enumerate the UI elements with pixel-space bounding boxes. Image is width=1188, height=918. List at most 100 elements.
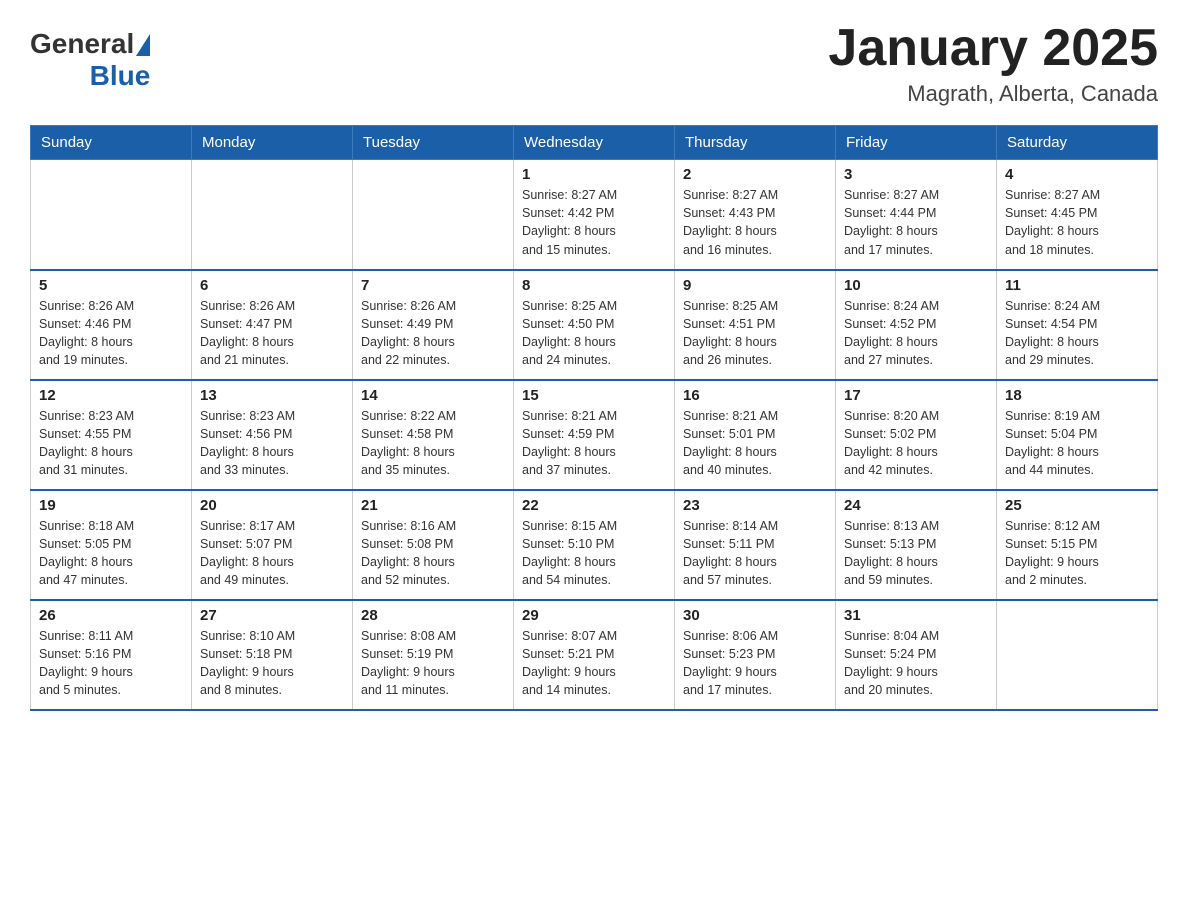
table-row: 21 Sunrise: 8:16 AMSunset: 5:08 PMDayligh… — [353, 490, 514, 600]
table-row: 25Sunrise: 8:12 AMSunset: 5:15 PMDayligh… — [997, 490, 1158, 600]
header-thursday: Thursday — [675, 126, 836, 160]
calendar-header-row: Sunday Monday Tuesday Wednesday Thursday… — [31, 126, 1158, 160]
day-number: 6 — [200, 277, 344, 294]
day-info: Sunrise: 8:27 AMSunset: 4:43 PMDaylight:… — [683, 186, 827, 259]
table-row: 22 Sunrise: 8:15 AMSunset: 5:10 PMDayligh… — [514, 490, 675, 600]
calendar-title: January 2025 — [828, 20, 1158, 77]
day-info: Sunrise: 8:22 AMSunset: 4:58 PMDaylight:… — [361, 407, 505, 480]
day-info: Sunrise: 8:04 AMSunset: 5:24 PMDaylight:… — [844, 627, 988, 700]
day-number: 7 — [361, 277, 505, 294]
page-header: General Blue January 2025 Magrath, Alber… — [30, 20, 1158, 107]
header-wednesday: Wednesday — [514, 126, 675, 160]
day-info: Sunrise: 8:06 AMSunset: 5:23 PMDaylight:… — [683, 627, 827, 700]
calendar-week-row: 5 Sunrise: 8:26 AMSunset: 4:46 PMDaylight… — [31, 270, 1158, 380]
day-info: Sunrise: 8:17 AMSunset: 5:07 PMDaylight:… — [200, 517, 344, 590]
day-number: 30 — [683, 607, 827, 624]
calendar-table: Sunday Monday Tuesday Wednesday Thursday… — [30, 125, 1158, 711]
logo-general-text: General — [30, 28, 134, 60]
header-monday: Monday — [192, 126, 353, 160]
day-info: Sunrise: 8:25 AMSunset: 4:50 PMDaylight:… — [522, 297, 666, 370]
day-number: 1 — [522, 166, 666, 183]
day-info: Sunrise: 8:12 AMSunset: 5:15 PMDaylight:… — [1005, 517, 1149, 590]
table-row: 24 Sunrise: 8:13 AMSunset: 5:13 PMDayligh… — [836, 490, 997, 600]
day-number: 11 — [1005, 277, 1149, 294]
table-row: 7 Sunrise: 8:26 AMSunset: 4:49 PMDaylight… — [353, 270, 514, 380]
table-row: 9 Sunrise: 8:25 AMSunset: 4:51 PMDaylight… — [675, 270, 836, 380]
table-row: 30 Sunrise: 8:06 AMSunset: 5:23 PMDayligh… — [675, 600, 836, 710]
day-info: Sunrise: 8:15 AMSunset: 5:10 PMDaylight:… — [522, 517, 666, 590]
calendar-week-row: 19Sunrise: 8:18 AMSunset: 5:05 PMDayligh… — [31, 490, 1158, 600]
header-friday: Friday — [836, 126, 997, 160]
day-number: 23 — [683, 497, 827, 514]
table-row: 29Sunrise: 8:07 AMSunset: 5:21 PMDayligh… — [514, 600, 675, 710]
day-info: Sunrise: 8:26 AMSunset: 4:49 PMDaylight:… — [361, 297, 505, 370]
day-number: 2 — [683, 166, 827, 183]
day-info: Sunrise: 8:19 AMSunset: 5:04 PMDaylight:… — [1005, 407, 1149, 480]
day-info: Sunrise: 8:25 AMSunset: 4:51 PMDaylight:… — [683, 297, 827, 370]
day-info: Sunrise: 8:23 AMSunset: 4:56 PMDaylight:… — [200, 407, 344, 480]
day-number: 22 — [522, 497, 666, 514]
table-row: 14 Sunrise: 8:22 AMSunset: 4:58 PMDayligh… — [353, 380, 514, 490]
day-info: Sunrise: 8:20 AMSunset: 5:02 PMDaylight:… — [844, 407, 988, 480]
day-number: 10 — [844, 277, 988, 294]
day-info: Sunrise: 8:27 AMSunset: 4:45 PMDaylight:… — [1005, 186, 1149, 259]
table-row: 1 Sunrise: 8:27 AMSunset: 4:42 PMDaylight… — [514, 160, 675, 270]
day-info: Sunrise: 8:24 AMSunset: 4:54 PMDaylight:… — [1005, 297, 1149, 370]
day-info: Sunrise: 8:16 AMSunset: 5:08 PMDaylight:… — [361, 517, 505, 590]
table-row: 26Sunrise: 8:11 AMSunset: 5:16 PMDayligh… — [31, 600, 192, 710]
day-info: Sunrise: 8:21 AMSunset: 4:59 PMDaylight:… — [522, 407, 666, 480]
day-number: 14 — [361, 387, 505, 404]
day-number: 24 — [844, 497, 988, 514]
day-info: Sunrise: 8:24 AMSunset: 4:52 PMDaylight:… — [844, 297, 988, 370]
table-row: 6Sunrise: 8:26 AMSunset: 4:47 PMDaylight… — [192, 270, 353, 380]
day-number: 27 — [200, 607, 344, 624]
day-number: 26 — [39, 607, 183, 624]
day-number: 9 — [683, 277, 827, 294]
table-row: 10 Sunrise: 8:24 AMSunset: 4:52 PMDayligh… — [836, 270, 997, 380]
table-row: 18 Sunrise: 8:19 AMSunset: 5:04 PMDayligh… — [997, 380, 1158, 490]
day-number: 13 — [200, 387, 344, 404]
table-row: 15Sunrise: 8:21 AMSunset: 4:59 PMDayligh… — [514, 380, 675, 490]
table-row: 28 Sunrise: 8:08 AMSunset: 5:19 PMDayligh… — [353, 600, 514, 710]
day-info: Sunrise: 8:27 AMSunset: 4:42 PMDaylight:… — [522, 186, 666, 259]
table-row: 3 Sunrise: 8:27 AMSunset: 4:44 PMDaylight… — [836, 160, 997, 270]
day-info: Sunrise: 8:10 AMSunset: 5:18 PMDaylight:… — [200, 627, 344, 700]
day-info: Sunrise: 8:08 AMSunset: 5:19 PMDaylight:… — [361, 627, 505, 700]
day-number: 28 — [361, 607, 505, 624]
day-number: 18 — [1005, 387, 1149, 404]
header-sunday: Sunday — [31, 126, 192, 160]
logo-triangle-icon — [136, 34, 150, 56]
calendar-week-row: 1 Sunrise: 8:27 AMSunset: 4:42 PMDaylight… — [31, 160, 1158, 270]
day-number: 16 — [683, 387, 827, 404]
calendar-week-row: 26Sunrise: 8:11 AMSunset: 5:16 PMDayligh… — [31, 600, 1158, 710]
day-info: Sunrise: 8:21 AMSunset: 5:01 PMDaylight:… — [683, 407, 827, 480]
table-row: 12Sunrise: 8:23 AMSunset: 4:55 PMDayligh… — [31, 380, 192, 490]
table-row: 16 Sunrise: 8:21 AMSunset: 5:01 PMDayligh… — [675, 380, 836, 490]
table-row: 19Sunrise: 8:18 AMSunset: 5:05 PMDayligh… — [31, 490, 192, 600]
table-row: 2 Sunrise: 8:27 AMSunset: 4:43 PMDaylight… — [675, 160, 836, 270]
table-row: 31 Sunrise: 8:04 AMSunset: 5:24 PMDayligh… — [836, 600, 997, 710]
table-row: 13 Sunrise: 8:23 AMSunset: 4:56 PMDayligh… — [192, 380, 353, 490]
table-row — [31, 160, 192, 270]
day-info: Sunrise: 8:26 AMSunset: 4:46 PMDaylight:… — [39, 297, 183, 370]
calendar-subtitle: Magrath, Alberta, Canada — [828, 81, 1158, 107]
day-number: 5 — [39, 277, 183, 294]
logo: General Blue — [30, 28, 150, 92]
table-row: 8 Sunrise: 8:25 AMSunset: 4:50 PMDaylight… — [514, 270, 675, 380]
day-number: 20 — [200, 497, 344, 514]
table-row: 5 Sunrise: 8:26 AMSunset: 4:46 PMDaylight… — [31, 270, 192, 380]
table-row: 20 Sunrise: 8:17 AMSunset: 5:07 PMDayligh… — [192, 490, 353, 600]
day-info: Sunrise: 8:13 AMSunset: 5:13 PMDaylight:… — [844, 517, 988, 590]
day-number: 31 — [844, 607, 988, 624]
day-number: 21 — [361, 497, 505, 514]
table-row: 23Sunrise: 8:14 AMSunset: 5:11 PMDayligh… — [675, 490, 836, 600]
table-row: 11 Sunrise: 8:24 AMSunset: 4:54 PMDayligh… — [997, 270, 1158, 380]
table-row — [353, 160, 514, 270]
header-saturday: Saturday — [997, 126, 1158, 160]
table-row — [997, 600, 1158, 710]
day-number: 8 — [522, 277, 666, 294]
day-info: Sunrise: 8:27 AMSunset: 4:44 PMDaylight:… — [844, 186, 988, 259]
day-number: 3 — [844, 166, 988, 183]
calendar-week-row: 12Sunrise: 8:23 AMSunset: 4:55 PMDayligh… — [31, 380, 1158, 490]
header-tuesday: Tuesday — [353, 126, 514, 160]
